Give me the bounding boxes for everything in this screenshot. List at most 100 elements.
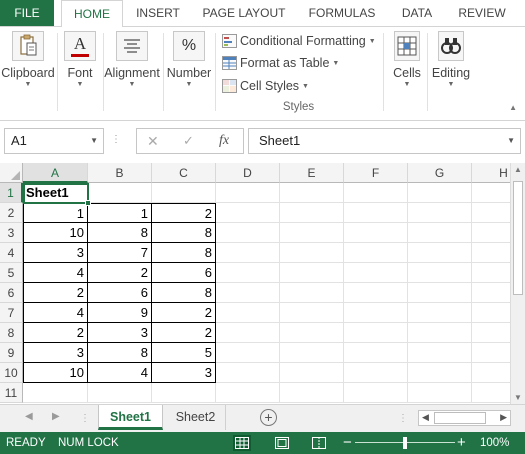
cell-c5[interactable]: 6: [152, 263, 216, 283]
column-header-b[interactable]: B: [88, 163, 152, 183]
row-header-10[interactable]: 10: [0, 363, 23, 383]
cell-b3[interactable]: 8: [88, 223, 152, 243]
column-header-a[interactable]: A: [23, 163, 88, 183]
scroll-up-icon[interactable]: ▲: [514, 165, 522, 174]
horizontal-scroll-thumb[interactable]: [434, 412, 486, 424]
grid-cell[interactable]: [472, 303, 510, 323]
cell-b10[interactable]: 4: [88, 363, 152, 383]
grid-cell[interactable]: [408, 223, 472, 243]
grid-cell[interactable]: [216, 203, 280, 223]
more-sheets-icon[interactable]: ⋮: [80, 413, 90, 424]
grid-cell[interactable]: [472, 383, 510, 403]
chevron-down-icon[interactable]: ▼: [507, 129, 515, 153]
grid-cell[interactable]: [408, 243, 472, 263]
grid-cell[interactable]: [280, 343, 344, 363]
grid-cell[interactable]: [344, 243, 408, 263]
clipboard-button[interactable]: Clipboard ▼: [0, 27, 56, 119]
grid-cell[interactable]: [344, 183, 408, 203]
collapse-ribbon-icon[interactable]: ▲: [509, 103, 517, 112]
grid-cell[interactable]: [88, 183, 152, 203]
cell-a10[interactable]: 10: [23, 363, 88, 383]
grid-cell[interactable]: [88, 383, 152, 403]
insert-function-icon[interactable]: fx: [219, 129, 229, 153]
grid-cell[interactable]: [152, 383, 216, 403]
cell-b4[interactable]: 7: [88, 243, 152, 263]
tab-insert[interactable]: INSERT: [128, 0, 188, 26]
row-header-5[interactable]: 5: [0, 263, 23, 283]
row-header-1[interactable]: 1: [0, 183, 23, 203]
grid-cell[interactable]: [472, 183, 510, 203]
name-box[interactable]: A1 ▼: [4, 128, 104, 154]
grid-cell[interactable]: [280, 323, 344, 343]
tab-page-layout[interactable]: PAGE LAYOUT: [196, 0, 292, 26]
grid-cell[interactable]: [408, 383, 472, 403]
cell-b7[interactable]: 9: [88, 303, 152, 323]
add-sheet-icon[interactable]: +: [260, 409, 277, 426]
grid-cell[interactable]: [280, 383, 344, 403]
format-as-table-button[interactable]: Format as Table ▼: [222, 53, 339, 73]
grid-cell[interactable]: [344, 223, 408, 243]
tab-data[interactable]: DATA: [392, 0, 442, 26]
resize-handle-icon[interactable]: ⋮: [398, 413, 408, 424]
worksheet-grid[interactable]: ABCDEFGH 1 2 3 4 5 6 7 8 9 10 11 Sheet1 1 1 2 10 8 8 3 7 8 4…: [0, 163, 510, 404]
vertical-scrollbar[interactable]: ▲ ▼: [510, 163, 525, 404]
font-button[interactable]: A Font ▼: [58, 27, 102, 119]
grid-cell[interactable]: [23, 383, 88, 403]
grid-cell[interactable]: [408, 363, 472, 383]
column-header-d[interactable]: D: [216, 163, 280, 183]
grid-cell[interactable]: [216, 283, 280, 303]
grid-cell[interactable]: [472, 223, 510, 243]
grid-cell[interactable]: [216, 303, 280, 323]
grid-cell[interactable]: [472, 343, 510, 363]
column-header-h[interactable]: H: [472, 163, 510, 183]
grid-cell[interactable]: [216, 243, 280, 263]
row-header-7[interactable]: 7: [0, 303, 23, 323]
sheet-tab-sheet2[interactable]: Sheet2: [166, 405, 226, 430]
row-header-4[interactable]: 4: [0, 243, 23, 263]
cell-a1[interactable]: Sheet1: [23, 183, 88, 203]
cell-a2[interactable]: 1: [23, 203, 88, 223]
cells-button[interactable]: Cells ▼: [388, 27, 426, 119]
horizontal-scrollbar[interactable]: ◀ ▶: [418, 410, 511, 426]
grid-cell[interactable]: [280, 263, 344, 283]
column-header-c[interactable]: C: [152, 163, 216, 183]
grid-cell[interactable]: [216, 363, 280, 383]
row-header-9[interactable]: 9: [0, 343, 23, 363]
page-break-view-icon[interactable]: [310, 435, 328, 451]
cell-a6[interactable]: 2: [23, 283, 88, 303]
row-header-3[interactable]: 3: [0, 223, 23, 243]
row-header-2[interactable]: 2: [0, 203, 23, 223]
grid-cell[interactable]: [408, 203, 472, 223]
grid-cell[interactable]: [280, 283, 344, 303]
grid-cell[interactable]: [344, 383, 408, 403]
grid-cell[interactable]: [344, 263, 408, 283]
previous-sheet-icon[interactable]: ◀: [25, 411, 33, 422]
grid-cell[interactable]: [216, 223, 280, 243]
cell-a4[interactable]: 3: [23, 243, 88, 263]
grid-cell[interactable]: [216, 383, 280, 403]
grid-cell[interactable]: [472, 243, 510, 263]
cell-b2[interactable]: 1: [88, 203, 152, 223]
cell-c2[interactable]: 2: [152, 203, 216, 223]
grid-cell[interactable]: [216, 263, 280, 283]
zoom-in-icon[interactable]: +: [457, 432, 466, 454]
alignment-button[interactable]: Alignment ▼: [103, 27, 161, 119]
grid-cell[interactable]: [344, 323, 408, 343]
sheet-tab-sheet1[interactable]: Sheet1: [98, 405, 163, 430]
resize-handle-icon[interactable]: ⋮: [111, 134, 121, 145]
cell-c9[interactable]: 5: [152, 343, 216, 363]
chevron-down-icon[interactable]: ▼: [90, 129, 98, 153]
cell-b8[interactable]: 3: [88, 323, 152, 343]
grid-cell[interactable]: [472, 203, 510, 223]
grid-cell[interactable]: [344, 363, 408, 383]
grid-cell[interactable]: [280, 243, 344, 263]
select-all-button[interactable]: [0, 163, 23, 183]
grid-cell[interactable]: [408, 343, 472, 363]
grid-cell[interactable]: [280, 303, 344, 323]
normal-view-icon[interactable]: [233, 435, 251, 451]
cell-styles-button[interactable]: Cell Styles ▼: [222, 76, 309, 96]
cell-c3[interactable]: 8: [152, 223, 216, 243]
cell-a5[interactable]: 4: [23, 263, 88, 283]
cell-a3[interactable]: 10: [23, 223, 88, 243]
grid-cell[interactable]: [344, 203, 408, 223]
